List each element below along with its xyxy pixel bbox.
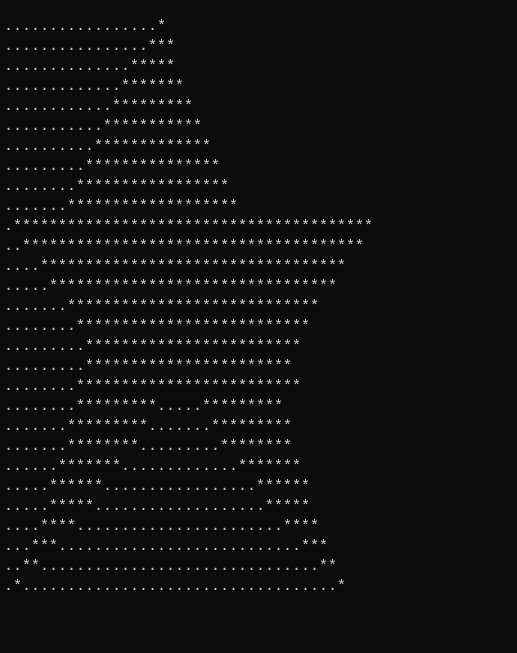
ascii-art-output: .................* ................*** .… xyxy=(0,15,517,599)
